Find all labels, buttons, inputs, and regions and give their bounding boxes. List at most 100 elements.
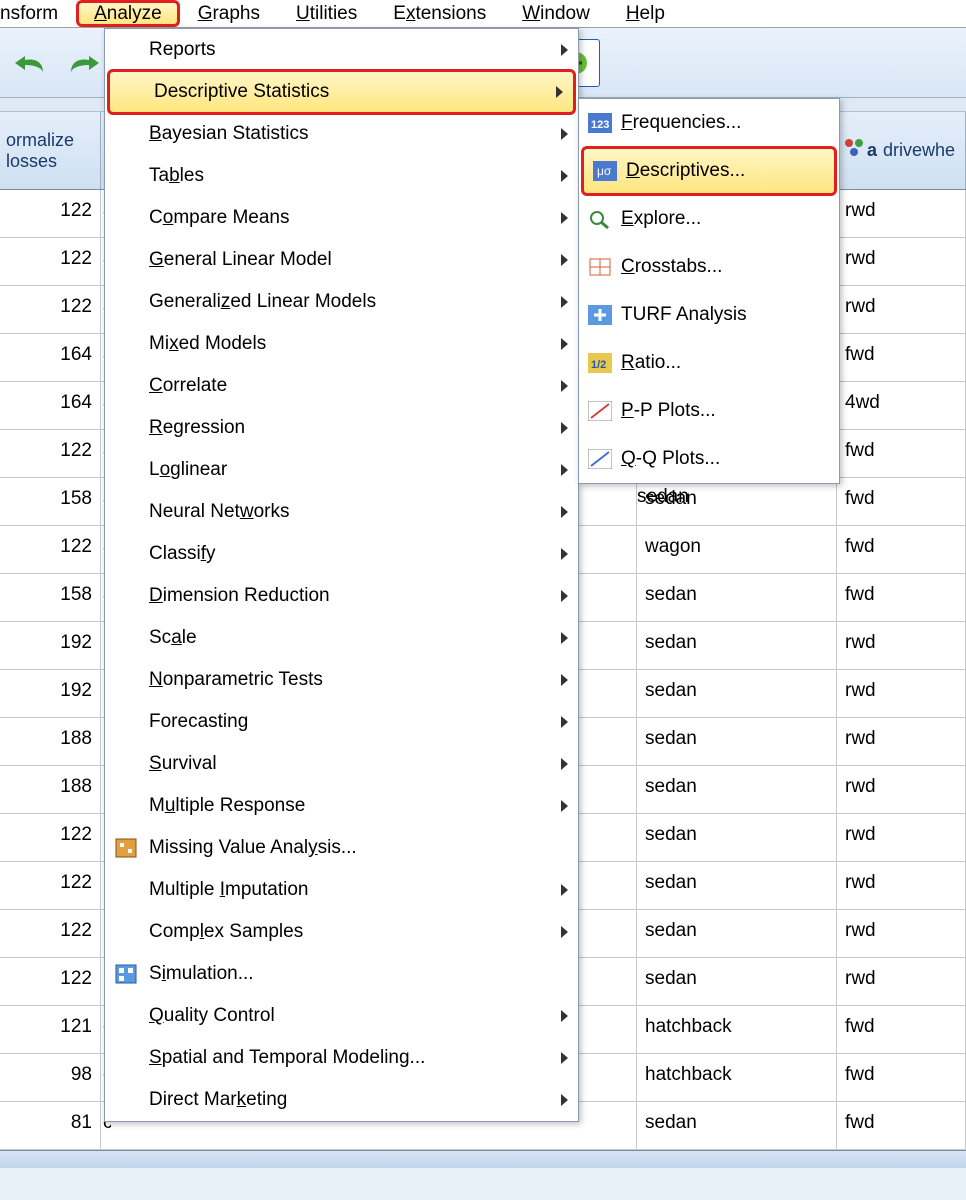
analyze-menu-tables[interactable]: Tables: [105, 155, 578, 197]
cell-body[interactable]: sedan: [637, 910, 837, 957]
analyze-menu-classify[interactable]: Classify: [105, 533, 578, 575]
cell-drivewheel[interactable]: fwd: [837, 574, 966, 621]
cell-losses[interactable]: 122: [0, 430, 101, 477]
cell-drivewheel[interactable]: rwd: [837, 670, 966, 717]
cell-drivewheel[interactable]: rwd: [837, 286, 966, 333]
submenu-arrow-icon: [561, 800, 568, 812]
cell-drivewheel[interactable]: rwd: [837, 958, 966, 1005]
submenu-descriptives-[interactable]: μσDescriptives...: [581, 146, 837, 196]
analyze-menu-correlate[interactable]: Correlate: [105, 365, 578, 407]
cell-drivewheel[interactable]: rwd: [837, 814, 966, 861]
cell-drivewheel[interactable]: 4wd: [837, 382, 966, 429]
cell-body[interactable]: hatchback: [637, 1006, 837, 1053]
analyze-menu-missing-value-analysis-[interactable]: Missing Value Analysis...: [105, 827, 578, 869]
analyze-menu-quality-control[interactable]: Quality Control: [105, 995, 578, 1037]
cell-losses[interactable]: 192: [0, 622, 101, 669]
analyze-menu-simulation-[interactable]: Simulation...: [105, 953, 578, 995]
menu-window[interactable]: Window: [504, 0, 608, 27]
cell-drivewheel[interactable]: rwd: [837, 190, 966, 237]
cell-drivewheel[interactable]: fwd: [837, 478, 966, 525]
cell-losses[interactable]: 122: [0, 862, 101, 909]
analyze-menu-forecasting[interactable]: Forecasting: [105, 701, 578, 743]
menu-extensions[interactable]: Extensions: [375, 0, 504, 27]
cell-losses[interactable]: 188: [0, 766, 101, 813]
analyze-menu-mixed-models[interactable]: Mixed Models: [105, 323, 578, 365]
analyze-menu-loglinear[interactable]: Loglinear: [105, 449, 578, 491]
cell-losses[interactable]: 122: [0, 814, 101, 861]
cell-drivewheel[interactable]: fwd: [837, 1054, 966, 1101]
analyze-menu-general-linear-model[interactable]: General Linear Model: [105, 239, 578, 281]
analyze-menu-regression[interactable]: Regression: [105, 407, 578, 449]
redo-icon[interactable]: [60, 39, 108, 87]
analyze-menu-scale[interactable]: Scale: [105, 617, 578, 659]
submenu-crosstabs-[interactable]: Crosstabs...: [579, 243, 839, 291]
cell-losses[interactable]: 192: [0, 670, 101, 717]
analyze-menu-descriptive-statistics[interactable]: Descriptive Statistics: [107, 69, 576, 115]
cell-drivewheel[interactable]: fwd: [837, 1006, 966, 1053]
cell-losses[interactable]: 188: [0, 718, 101, 765]
analyze-menu-compare-means[interactable]: Compare Means: [105, 197, 578, 239]
analyze-menu-direct-marketing[interactable]: Direct Marketing: [105, 1079, 578, 1121]
cell-body[interactable]: wagon: [637, 526, 837, 573]
submenu-ratio-[interactable]: 1/2Ratio...: [579, 339, 839, 387]
col-header-drivewheel[interactable]: a drivewhe: [837, 112, 966, 189]
cell-body[interactable]: hatchback: [637, 1054, 837, 1101]
menu-transform[interactable]: nsform: [0, 0, 76, 27]
submenu-q-q-plots-[interactable]: Q-Q Plots...: [579, 435, 839, 483]
cell-body[interactable]: sedan: [637, 1102, 837, 1149]
submenu-explore-[interactable]: Explore...: [579, 195, 839, 243]
analyze-menu-reports[interactable]: Reports: [105, 29, 578, 71]
col-header-losses[interactable]: ormalize losses: [0, 112, 101, 189]
menu-utilities[interactable]: Utilities: [278, 0, 375, 27]
undo-icon[interactable]: [6, 39, 54, 87]
cell-losses[interactable]: 81: [0, 1102, 101, 1149]
cell-drivewheel[interactable]: rwd: [837, 910, 966, 957]
analyze-menu-bayesian-statistics[interactable]: Bayesian Statistics: [105, 113, 578, 155]
cell-losses[interactable]: 122: [0, 286, 101, 333]
cell-body[interactable]: sedan: [637, 670, 837, 717]
analyze-menu-multiple-response[interactable]: Multiple Response: [105, 785, 578, 827]
cell-drivewheel[interactable]: fwd: [837, 526, 966, 573]
cell-drivewheel[interactable]: rwd: [837, 238, 966, 285]
cell-losses[interactable]: 122: [0, 910, 101, 957]
submenu-item-icon: [585, 302, 615, 328]
cell-drivewheel[interactable]: rwd: [837, 766, 966, 813]
cell-losses[interactable]: 98: [0, 1054, 101, 1101]
menu-analyze[interactable]: Analyze: [76, 0, 180, 27]
cell-drivewheel[interactable]: rwd: [837, 862, 966, 909]
analyze-menu-generalized-linear-models[interactable]: Generalized Linear Models: [105, 281, 578, 323]
cell-losses[interactable]: 164: [0, 334, 101, 381]
cell-losses[interactable]: 122: [0, 238, 101, 285]
analyze-menu-survival[interactable]: Survival: [105, 743, 578, 785]
cell-losses[interactable]: 158: [0, 478, 101, 525]
cell-body[interactable]: sedan: [637, 574, 837, 621]
submenu-p-p-plots-[interactable]: P-P Plots...: [579, 387, 839, 435]
cell-drivewheel[interactable]: rwd: [837, 622, 966, 669]
cell-drivewheel[interactable]: fwd: [837, 430, 966, 477]
cell-body[interactable]: sedan: [637, 766, 837, 813]
analyze-menu-neural-networks[interactable]: Neural Networks: [105, 491, 578, 533]
cell-body[interactable]: sedan: [637, 958, 837, 1005]
cell-losses[interactable]: 122: [0, 526, 101, 573]
cell-body[interactable]: sedan: [637, 622, 837, 669]
cell-body[interactable]: sedan: [637, 814, 837, 861]
cell-losses[interactable]: 122: [0, 958, 101, 1005]
menu-graphs[interactable]: Graphs: [180, 0, 278, 27]
submenu-turf-analysis[interactable]: TURF Analysis: [579, 291, 839, 339]
cell-losses[interactable]: 122: [0, 190, 101, 237]
cell-drivewheel[interactable]: rwd: [837, 718, 966, 765]
cell-losses[interactable]: 164: [0, 382, 101, 429]
cell-losses[interactable]: 158: [0, 574, 101, 621]
submenu-frequencies-[interactable]: 123Frequencies...: [579, 99, 839, 147]
menu-help[interactable]: Help: [608, 0, 683, 27]
analyze-menu-complex-samples[interactable]: Complex Samples: [105, 911, 578, 953]
analyze-menu-spatial-and-temporal-modeling-[interactable]: Spatial and Temporal Modeling...: [105, 1037, 578, 1079]
analyze-menu-multiple-imputation[interactable]: Multiple Imputation: [105, 869, 578, 911]
analyze-menu-nonparametric-tests[interactable]: Nonparametric Tests: [105, 659, 578, 701]
cell-drivewheel[interactable]: fwd: [837, 1102, 966, 1149]
cell-body[interactable]: sedan: [637, 862, 837, 909]
cell-losses[interactable]: 121: [0, 1006, 101, 1053]
analyze-menu-dimension-reduction[interactable]: Dimension Reduction: [105, 575, 578, 617]
cell-drivewheel[interactable]: fwd: [837, 334, 966, 381]
cell-body[interactable]: sedan: [637, 718, 837, 765]
